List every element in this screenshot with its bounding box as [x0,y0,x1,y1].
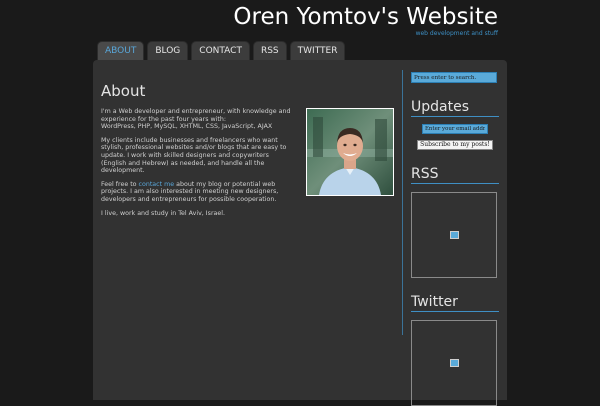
bio-text: I'm a Web developer and entrepreneur, wi… [101,108,291,223]
bio-paragraph: I live, work and study in Tel Aviv, Isra… [101,209,226,217]
bio-paragraph: My clients include businesses and freela… [101,136,287,175]
broken-image-icon [450,231,459,239]
bio-paragraph: I'm a Web developer and entrepreneur, wi… [101,108,291,131]
broken-image-icon [450,359,459,367]
bio-skills: WordPress, PHP, MySQL, XHTML, CSS, JavaS… [101,123,273,131]
sidebar: Updates Subscribe to my posts! RSS Twitt… [411,72,499,406]
tab-rss[interactable]: RSS [252,41,287,60]
rss-heading: RSS [411,166,499,184]
rss-widget [411,192,497,278]
profile-photo [306,108,394,196]
content-panel: About I'm a Web developer and entreprene… [93,60,507,406]
twitter-heading: Twitter [411,294,499,312]
tab-blog[interactable]: BLOG [147,41,189,60]
main-content: About [101,82,401,100]
twitter-widget [411,320,497,406]
main-nav: ABOUT BLOG CONTACT RSS TWITTER [97,41,346,60]
updates-heading: Updates [411,99,499,117]
portrait-photo-icon [307,109,393,195]
tab-about[interactable]: ABOUT [97,41,145,60]
search-input[interactable] [411,72,497,83]
site-tagline: web development and stuff [415,30,498,37]
contact-me-link[interactable]: contact me [139,181,175,188]
about-heading: About [101,82,146,100]
bio-intro: I'm a Web developer and entrepreneur, wi… [101,108,291,123]
column-divider [402,70,403,335]
site-title[interactable]: Oren Yomtov's Website [233,4,498,30]
tab-contact[interactable]: CONTACT [191,41,250,60]
email-field[interactable] [422,124,488,134]
tab-twitter[interactable]: TWITTER [289,41,346,60]
bio-paragraph: Feel free to contact me about my blog or… [101,180,279,203]
subscribe-button[interactable]: Subscribe to my posts! [417,140,493,150]
